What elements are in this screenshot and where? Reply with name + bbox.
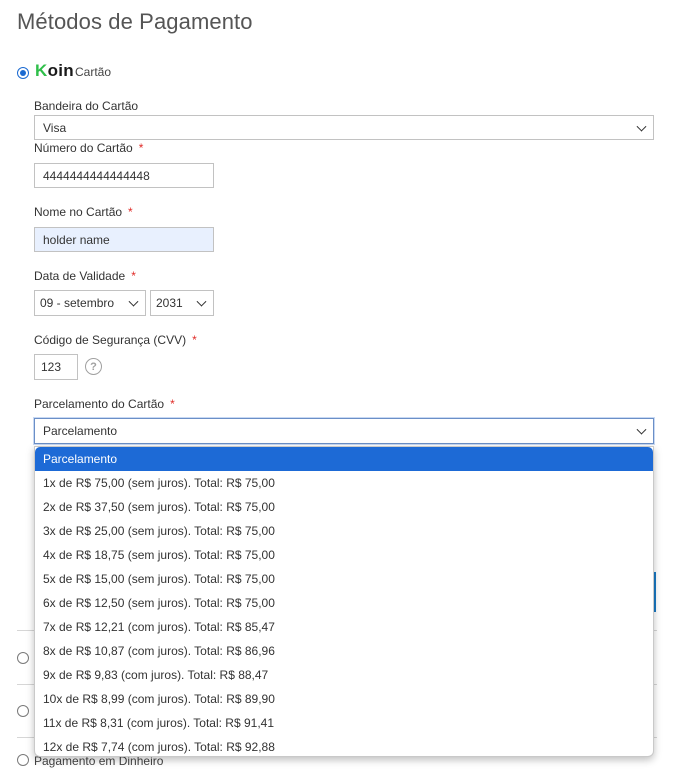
dropdown-option-placeholder[interactable]: Parcelamento [35, 447, 653, 471]
chevron-down-icon [636, 121, 647, 132]
cvv-label: Código de Segurança (CVV) * [34, 333, 197, 347]
dropdown-option[interactable]: 4x de R$ 18,75 (sem juros). Total: R$ 75… [35, 543, 653, 567]
installments-select[interactable]: Parcelamento [34, 418, 654, 444]
dropdown-option[interactable]: 3x de R$ 25,00 (sem juros). Total: R$ 75… [35, 519, 653, 543]
brand-select[interactable]: Visa [34, 115, 654, 140]
help-icon[interactable]: ? [85, 358, 102, 375]
dropdown-option[interactable]: 1x de R$ 75,00 (sem juros). Total: R$ 75… [35, 471, 653, 495]
payment-method-radio-2[interactable] [17, 652, 29, 664]
payment-method-radio-3[interactable] [17, 705, 29, 717]
page-title: Métodos de Pagamento [17, 9, 253, 34]
checkout-page: Métodos de Pagamento Koin Cartão Bandeir… [0, 0, 676, 775]
brand-label: Bandeira do Cartão [34, 99, 139, 113]
place-order-button-edge[interactable] [654, 572, 656, 612]
dropdown-option[interactable]: 8x de R$ 10,87 (com juros). Total: R$ 86… [35, 639, 653, 663]
koin-logo: Koin [35, 61, 74, 80]
expiry-month-select[interactable]: 09 - setembro [34, 290, 146, 316]
holder-name-label: Nome no Cartão * [34, 205, 133, 219]
dropdown-option[interactable]: 7x de R$ 12,21 (com juros). Total: R$ 85… [35, 615, 653, 639]
dropdown-option[interactable]: 6x de R$ 12,50 (sem juros). Total: R$ 75… [35, 591, 653, 615]
dropdown-option[interactable]: 11x de R$ 8,31 (com juros). Total: R$ 91… [35, 711, 653, 735]
dropdown-option[interactable]: 5x de R$ 15,00 (sem juros). Total: R$ 75… [35, 567, 653, 591]
card-number-label: Número do Cartão * [34, 141, 144, 155]
installments-label: Parcelamento do Cartão * [34, 397, 175, 411]
chevron-down-icon [128, 296, 139, 307]
dropdown-option[interactable]: 2x de R$ 37,50 (sem juros). Total: R$ 75… [35, 495, 653, 519]
dropdown-option[interactable]: 12x de R$ 7,74 (com juros). Total: R$ 92… [35, 735, 653, 756]
expiry-label: Data de Validade * [34, 269, 136, 283]
holder-name-input[interactable]: holder name [34, 227, 214, 252]
payment-method-radio-cash[interactable] [17, 754, 29, 766]
payment-method-subtitle: Cartão [75, 65, 112, 79]
payment-method-radio-koin[interactable] [17, 67, 29, 79]
chevron-down-icon [636, 424, 647, 435]
card-number-input[interactable]: 4444444444444448 [34, 163, 214, 188]
expiry-year-select[interactable]: 2031 [150, 290, 214, 316]
chevron-down-icon [196, 296, 207, 307]
cvv-input[interactable]: 123 [34, 354, 78, 380]
dropdown-option[interactable]: 10x de R$ 8,99 (com juros). Total: R$ 89… [35, 687, 653, 711]
installments-dropdown-list: Parcelamento 1x de R$ 75,00 (sem juros). … [34, 446, 654, 757]
dropdown-option[interactable]: 9x de R$ 9,83 (com juros). Total: R$ 88,… [35, 663, 653, 687]
